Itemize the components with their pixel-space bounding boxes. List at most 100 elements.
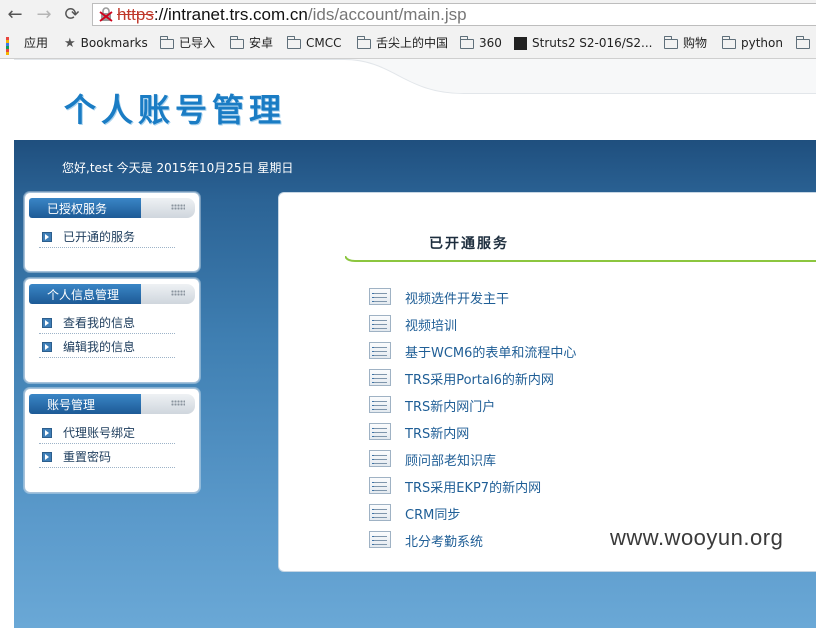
bookmark-label: Struts2 S2-016/S2... [532, 36, 653, 50]
bookmark-label: 应用 [24, 36, 49, 50]
bookmark-apps[interactable]: 应用 [6, 34, 49, 55]
url-host: ://intranet.trs.com.cn [153, 5, 308, 24]
content-panel: 已开通服务 视频选件开发主干视频培训基于WCM6的表单和流程中心 TRS采用Por… [278, 192, 816, 572]
document-list-icon [369, 342, 391, 359]
site-logo: 个人账号管理 [64, 91, 287, 129]
menu-item-label: 重置密码 [63, 450, 112, 464]
bookmark-label: 购物 [683, 36, 708, 50]
panel-title-bar: 个人信息管理 [29, 284, 195, 304]
bookmark-folder-android[interactable]: 安卓 [229, 34, 274, 52]
arrow-bullet-icon [42, 342, 52, 352]
url-path: /ids/account/main.jsp [307, 5, 467, 24]
panel-title: 账号管理 [47, 398, 96, 412]
service-link[interactable]: 视频选件开发主干 [369, 286, 789, 308]
panel-authorized-services: 已授权服务 已开通的服务 [24, 192, 200, 272]
service-name: 基于WCM6的表单和流程中心 [405, 346, 577, 361]
folder-icon [229, 35, 244, 49]
bookmark-struts[interactable]: Struts2 S2-016/S2... [514, 34, 653, 52]
document-list-icon [369, 396, 391, 413]
service-link[interactable]: TRS新内网 [369, 421, 789, 443]
folder-icon [663, 35, 678, 49]
bookmark-bookmarks[interactable]: ★ Bookmarks [64, 34, 148, 52]
service-link[interactable]: TRS采用Portal6的新内网 [369, 367, 789, 389]
watermark: www.wooyun.org [610, 525, 784, 550]
apps-grid-icon [6, 37, 19, 55]
grip-icon [171, 204, 185, 210]
menu-item-label: 代理账号绑定 [63, 426, 136, 440]
document-list-icon [369, 369, 391, 386]
forward-button[interactable]: → [33, 4, 55, 26]
bookmark-folder-python[interactable]: python [721, 34, 783, 52]
panel-title-bar: 已授权服务 [29, 198, 195, 218]
service-name: 顾问部老知识库 [405, 454, 497, 469]
url-scheme: https [117, 5, 154, 24]
folder-icon [721, 35, 736, 49]
document-list-icon [369, 477, 391, 494]
grip-icon [171, 400, 185, 406]
service-name: 视频选件开发主干 [405, 292, 510, 307]
bookmarks-bar: 应用 ★ Bookmarks 已导入 安卓 CMCC 舌尖上的中国 360 Str… [0, 31, 816, 55]
menu-item-view-info[interactable]: 查看我的信息 [39, 313, 175, 334]
menu-item-opened-services[interactable]: 已开通的服务 [39, 227, 175, 248]
arrow-bullet-icon [42, 452, 52, 462]
service-name: TRS新内网 [405, 427, 470, 442]
bookmark-folder-shopping[interactable]: 购物 [663, 34, 708, 52]
reload-button[interactable]: ⟳ [61, 4, 83, 26]
arrow-bullet-icon [42, 232, 52, 242]
bookmark-folder-360[interactable]: 360 [459, 34, 502, 52]
menu-item-edit-info[interactable]: 编辑我的信息 [39, 337, 175, 358]
service-link[interactable]: CRM同步 [369, 502, 789, 524]
service-link[interactable]: 视频培训 [369, 313, 789, 335]
document-list-icon [369, 288, 391, 305]
bookmark-label: 360 [479, 36, 502, 50]
panel-title: 个人信息管理 [47, 288, 120, 302]
folder-icon [795, 35, 810, 49]
main-area: 您好,test 今天是 2015年10月25日 星期日 已授权服务 已开通的服务… [14, 140, 816, 628]
folder-icon [286, 35, 301, 49]
bookmark-folder-food[interactable]: 舌尖上的中国 [356, 34, 449, 52]
service-link[interactable]: TRS采用EKP7的新内网 [369, 475, 789, 497]
bookmark-label: Bookmarks [80, 36, 148, 50]
bookmark-folder-imported[interactable]: 已导入 [159, 34, 216, 52]
arrow-bullet-icon [42, 428, 52, 438]
panel-tab-rest [141, 284, 195, 304]
document-list-icon [369, 504, 391, 521]
arrow-bullet-icon [42, 318, 52, 328]
bookmark-folder-cmcc[interactable]: CMCC [286, 34, 342, 52]
service-link[interactable]: 顾问部老知识库 [369, 448, 789, 470]
insecure-lock-icon[interactable] [99, 7, 113, 22]
service-name: CRM同步 [405, 508, 461, 523]
back-button[interactable]: ← [4, 4, 26, 26]
struts-favicon-icon [514, 37, 527, 50]
address-bar[interactable]: https://intranet.trs.com.cn/ids/account/… [92, 3, 816, 26]
panel-tab-rest [141, 198, 195, 218]
url-text[interactable]: https://intranet.trs.com.cn/ids/account/… [117, 5, 467, 25]
grip-icon [171, 290, 185, 296]
title-underline [345, 256, 816, 262]
web-page: 个人账号管理 您好,test 今天是 2015年10月25日 星期日 已授权服务… [0, 59, 816, 628]
content-title: 已开通服务 [429, 236, 509, 252]
menu-item-reset-password[interactable]: 重置密码 [39, 447, 175, 468]
bookmark-label: 安卓 [249, 36, 274, 50]
folder-icon [159, 35, 174, 49]
service-name: 北分考勤系统 [405, 535, 484, 550]
star-icon: ★ [64, 35, 76, 51]
panel-personal-info: 个人信息管理 查看我的信息 编辑我的信息 [24, 278, 200, 383]
menu-item-label: 查看我的信息 [63, 316, 136, 330]
service-link[interactable]: TRS新内网门户 [369, 394, 789, 416]
panel-title: 已授权服务 [47, 202, 108, 216]
panel-title-bar: 账号管理 [29, 394, 195, 414]
document-list-icon [369, 315, 391, 332]
bookmark-label: 已导入 [179, 36, 216, 50]
greeting-text: 您好,test 今天是 2015年10月25日 星期日 [62, 161, 294, 175]
document-list-icon [369, 531, 391, 548]
service-name: TRS新内网门户 [405, 400, 496, 415]
browser-toolbar: ← → ⟳ https://intranet.trs.com.cn/ids/ac… [0, 0, 816, 30]
panel-account-management: 账号管理 代理账号绑定 重置密码 [24, 388, 200, 493]
bookmark-label: python [741, 36, 783, 50]
menu-item-proxy-binding[interactable]: 代理账号绑定 [39, 423, 175, 444]
service-link[interactable]: 基于WCM6的表单和流程中心 [369, 340, 789, 362]
bookmark-folder-more[interactable] [795, 34, 815, 52]
menu-item-label: 已开通的服务 [63, 230, 136, 244]
bookmark-label: 舌尖上的中国 [376, 36, 449, 50]
